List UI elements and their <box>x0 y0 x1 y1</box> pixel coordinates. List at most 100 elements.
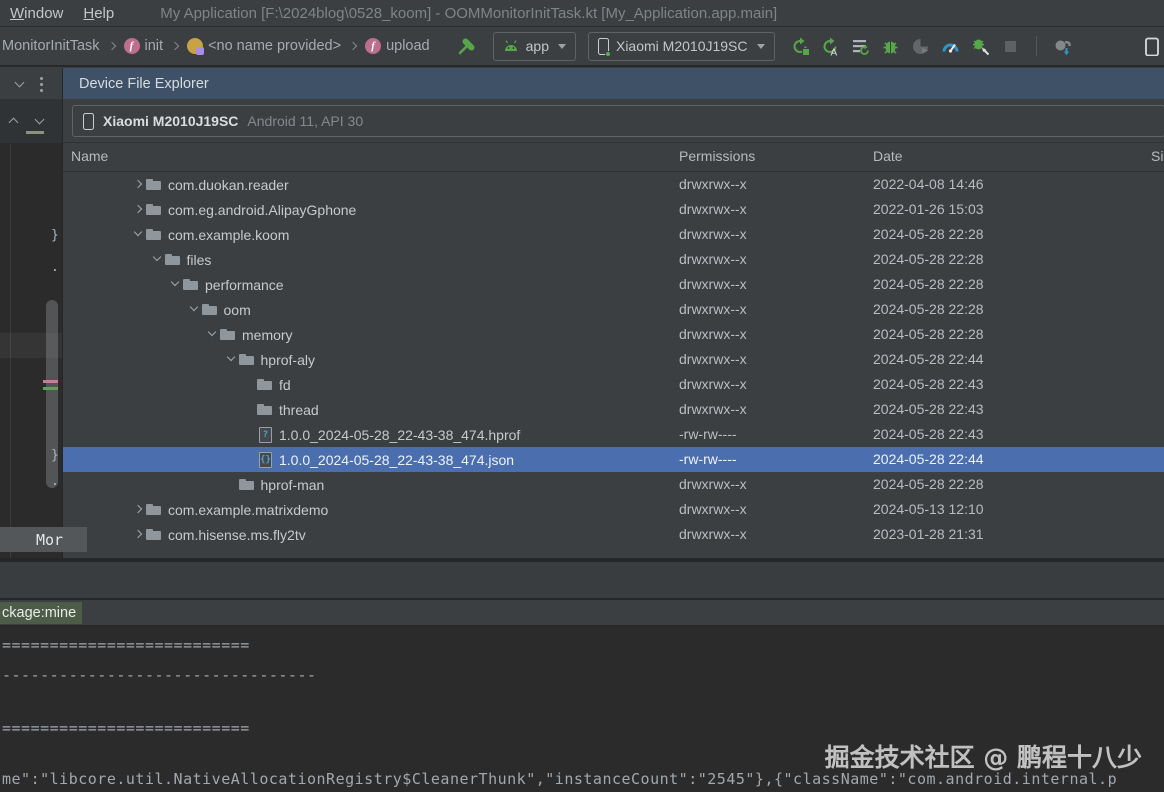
folder-icon <box>146 172 163 197</box>
chevron-collapsed-icon[interactable] <box>131 197 146 222</box>
chevron-placeholder <box>224 472 239 497</box>
column-header-permissions[interactable]: Permissions <box>679 148 755 164</box>
tree-row[interactable]: com.eg.android.AlipayGphone drwxrwx--x 2… <box>63 197 1164 222</box>
window-title: My Application [F:\2024blog\0528_koom] -… <box>160 4 778 22</box>
menu-help[interactable]: Help <box>73 5 124 22</box>
permissions-cell: drwxrwx--x <box>679 201 747 217</box>
android-icon <box>504 40 517 51</box>
tree-row[interactable]: ? 1.0.0_2024-05-28_22-43-38_474.hprof -r… <box>63 422 1164 447</box>
chevron-down-icon[interactable] <box>14 78 26 90</box>
tree-row[interactable]: hprof-aly drwxrwx--x 2024-05-28 22:44 <box>63 347 1164 372</box>
chevron-collapsed-icon[interactable] <box>131 522 146 547</box>
column-separator[interactable] <box>863 146 864 169</box>
menu-window[interactable]: Window <box>0 5 73 22</box>
tree-row[interactable]: com.example.koom drwxrwx--x 2024-05-28 2… <box>63 222 1164 247</box>
date-cell: 2024-05-28 22:44 <box>873 451 984 467</box>
panel-header[interactable]: Device File Explorer <box>63 68 1164 99</box>
vcs-change-marker <box>43 380 58 383</box>
device-info: Android 11, API 30 <box>247 113 364 129</box>
run-config-selector[interactable]: app <box>492 31 576 61</box>
svg-text:A: A <box>830 47 837 56</box>
json-file-icon: {} <box>257 447 274 472</box>
stop-icon[interactable] <box>1001 37 1020 56</box>
date-cell: 2022-01-26 15:03 <box>873 201 984 217</box>
tree-row[interactable]: memory drwxrwx--x 2024-05-28 22:28 <box>63 322 1164 347</box>
profile-icon[interactable] <box>911 37 930 56</box>
run-toolbar: MonitorInitTask f init <no name provided… <box>0 27 1164 67</box>
kebab-menu-icon[interactable] <box>40 76 43 80</box>
permissions-cell: -rw-rw---- <box>679 426 737 442</box>
code-fragment: . <box>51 474 59 489</box>
tree-row[interactable]: com.example.matrixdemo drwxrwx--x 2024-0… <box>63 497 1164 522</box>
column-separator[interactable] <box>673 146 674 169</box>
chevron-expanded-icon[interactable] <box>150 247 165 272</box>
folder-icon <box>257 397 274 422</box>
chevron-right-icon <box>107 41 117 51</box>
chevron-expanded-icon[interactable] <box>205 322 220 347</box>
breadcrumb-item-init[interactable]: f init <box>123 38 163 54</box>
debug-icon[interactable] <box>881 37 900 56</box>
device-partial-icon[interactable] <box>1143 37 1162 56</box>
date-cell: 2024-05-28 22:28 <box>873 226 984 242</box>
anonymous-class-icon <box>187 38 205 55</box>
chevron-collapsed-icon[interactable] <box>131 172 146 197</box>
attach-debugger-icon[interactable] <box>971 37 990 56</box>
date-cell: 2024-05-13 12:10 <box>873 501 984 517</box>
tree-row[interactable]: com.duokan.reader drwxrwx--x 2022-04-08 … <box>63 172 1164 197</box>
folder-icon <box>238 347 256 372</box>
file-tree: com.duokan.reader drwxrwx--x 2022-04-08 … <box>63 172 1164 547</box>
permissions-cell: drwxrwx--x <box>679 176 747 192</box>
folder-icon <box>238 472 256 497</box>
breadcrumb-item-upload[interactable]: f upload <box>365 38 430 54</box>
permissions-cell: drwxrwx--x <box>679 251 747 267</box>
chevron-placeholder <box>242 422 257 447</box>
run-actions: A <box>791 36 1162 56</box>
tree-row[interactable]: oom drwxrwx--x 2024-05-28 22:28 <box>63 297 1164 322</box>
gradle-sync-icon[interactable] <box>1053 37 1072 56</box>
tree-row[interactable]: thread drwxrwx--x 2024-05-28 22:43 <box>63 397 1164 422</box>
permissions-cell: drwxrwx--x <box>679 376 747 392</box>
chevron-expanded-icon[interactable] <box>224 347 239 372</box>
toolbar-divider <box>1035 36 1037 56</box>
apply-changes-icon[interactable] <box>791 37 810 56</box>
logcat-filter-bar: ckage:mine <box>0 600 1164 626</box>
device-dropdown[interactable]: Xiaomi M2010J19SC Android 11, API 30 <box>72 105 1164 137</box>
date-cell: 2024-05-28 22:43 <box>873 376 984 392</box>
apply-code-changes-icon[interactable]: A <box>821 37 840 56</box>
date-cell: 2024-05-28 22:28 <box>873 251 984 267</box>
folder-icon <box>146 497 163 522</box>
column-header-size[interactable]: Si <box>1151 148 1163 164</box>
permissions-cell: drwxrwx--x <box>679 226 747 242</box>
tree-row[interactable]: {} 1.0.0_2024-05-28_22-43-38_474.json -r… <box>63 447 1164 472</box>
tree-row[interactable]: fd drwxrwx--x 2024-05-28 22:43 <box>63 372 1164 397</box>
breadcrumb: MonitorInitTask f init <no name provided… <box>2 38 430 55</box>
folder-icon <box>257 372 274 397</box>
chevron-right-icon <box>348 41 358 51</box>
tree-row[interactable]: performance drwxrwx--x 2024-05-28 22:28 <box>63 272 1164 297</box>
device-selector[interactable]: Xiaomi M2010J19SC <box>587 31 775 61</box>
date-cell: 2024-05-28 22:43 <box>873 426 984 442</box>
permissions-cell: -rw-rw---- <box>679 451 737 467</box>
tree-row[interactable]: com.hisense.ms.fly2tv drwxrwx--x 2023-01… <box>63 522 1164 547</box>
chevron-collapsed-icon[interactable] <box>131 497 146 522</box>
column-header-name[interactable]: Name <box>71 148 108 164</box>
profiler-icon[interactable] <box>941 37 960 56</box>
breadcrumb-item-anonymous[interactable]: <no name provided> <box>187 38 341 55</box>
chevron-expanded-icon[interactable] <box>168 272 183 297</box>
chevron-up-icon[interactable] <box>8 115 20 127</box>
chevron-expanded-icon[interactable] <box>187 297 202 322</box>
breadcrumb-item-monitorinittask[interactable]: MonitorInitTask <box>2 38 100 54</box>
tree-row[interactable]: files drwxrwx--x 2024-05-28 22:28 <box>63 247 1164 272</box>
permissions-cell: drwxrwx--x <box>679 501 747 517</box>
logcat-filter-chip[interactable]: ckage:mine <box>0 602 83 624</box>
column-header-date[interactable]: Date <box>873 148 903 164</box>
more-button[interactable]: Mor <box>0 527 87 552</box>
tree-row[interactable]: hprof-man drwxrwx--x 2024-05-28 22:28 <box>63 472 1164 497</box>
chevron-down-icon[interactable] <box>34 115 46 127</box>
build-hammer-icon[interactable] <box>456 37 475 56</box>
run-with-coverage-icon[interactable] <box>851 37 870 56</box>
chevron-expanded-icon[interactable] <box>131 222 146 247</box>
column-separator[interactable] <box>1144 146 1145 169</box>
permissions-cell: drwxrwx--x <box>679 401 747 417</box>
chevron-placeholder <box>242 397 257 422</box>
